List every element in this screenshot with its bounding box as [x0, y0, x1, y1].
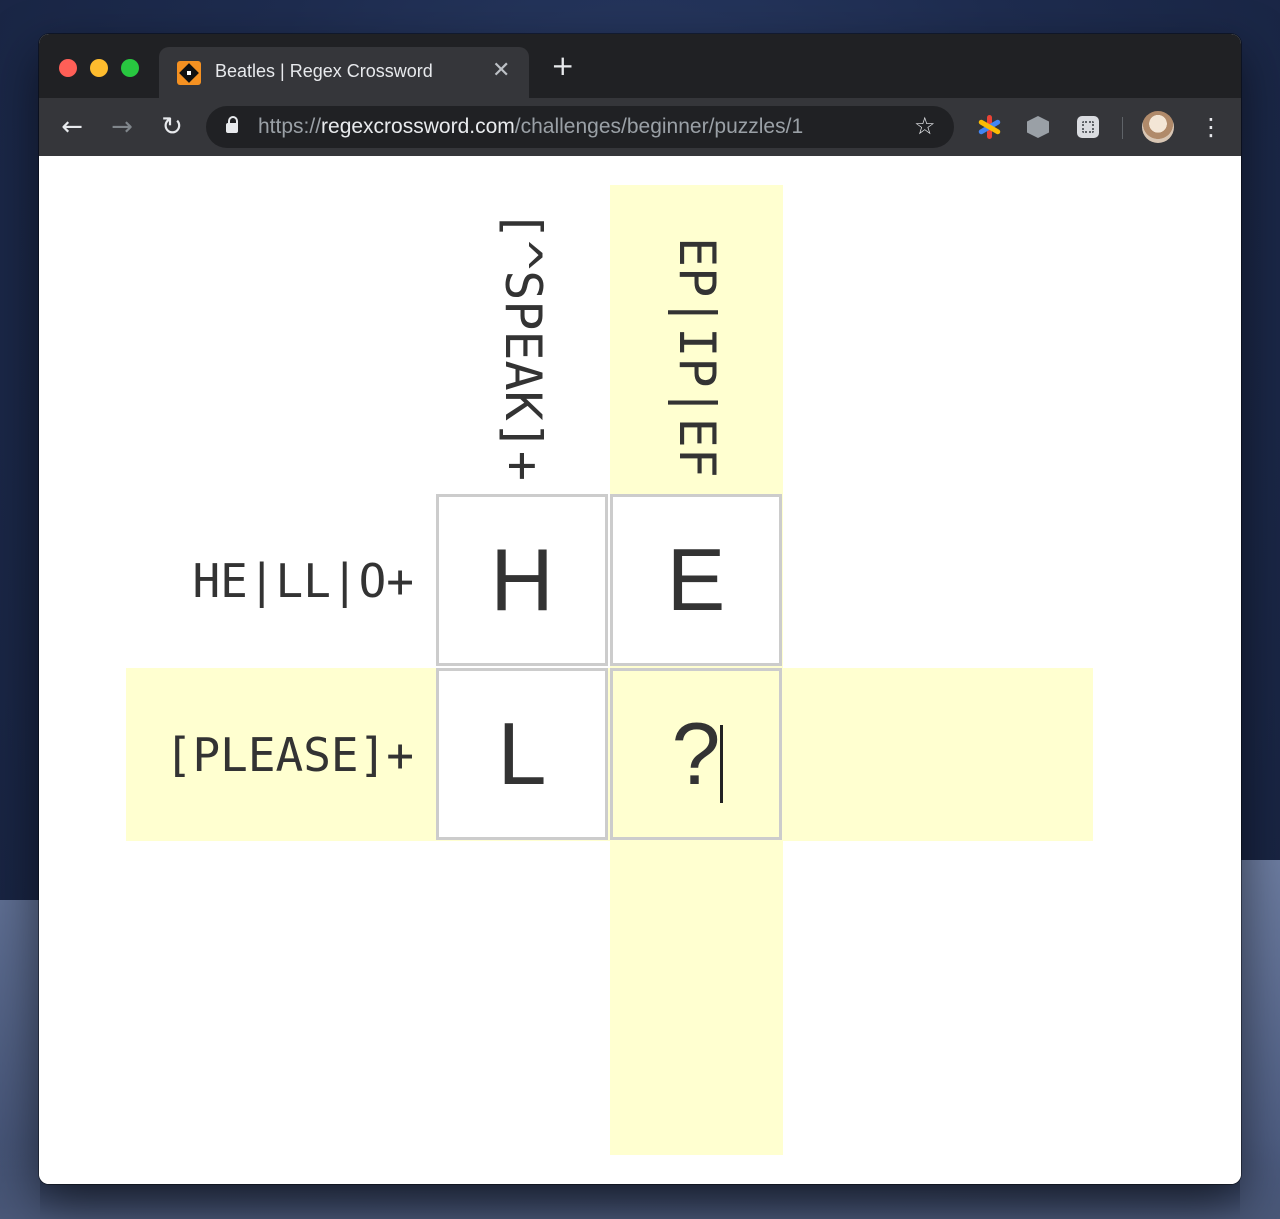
lock-icon[interactable] — [226, 116, 238, 133]
browser-window: Beatles | Regex Crossword ✕ + ← → ↻ http… — [39, 34, 1241, 1184]
profile-avatar[interactable] — [1142, 111, 1174, 143]
row-clue-1: HE|LL|O+ — [126, 494, 414, 667]
text-caret — [720, 725, 723, 803]
tab-close-icon[interactable]: ✕ — [492, 58, 510, 83]
back-arrow-icon[interactable]: ← — [56, 111, 88, 143]
maximize-window-button[interactable] — [121, 59, 139, 77]
extension-asterisk-icon[interactable] — [976, 114, 1002, 140]
row-clue-2: [PLEASE]+ — [126, 668, 414, 841]
grid-cell-r2c2-active[interactable]: ? — [610, 668, 782, 840]
bookmark-star-icon[interactable]: ☆ — [914, 112, 936, 140]
tab-title: Beatles | Regex Crossword — [215, 61, 433, 81]
tab-bar: Beatles | Regex Crossword ✕ + — [39, 34, 1241, 98]
column-clue-2: EP|IP|EF — [610, 185, 783, 478]
grid-cell-r2c2-value: ? — [671, 704, 721, 803]
extension-puzzle-icon[interactable] — [1077, 116, 1099, 138]
column-clue-2-text: EP|IP|EF — [668, 237, 726, 478]
grid-cell-r1c2[interactable]: E — [610, 494, 782, 666]
crossword-grid: H E L ? — [436, 494, 786, 844]
forward-arrow-icon[interactable]: → — [106, 111, 138, 143]
browser-menu-icon[interactable]: ⋮ — [1199, 111, 1223, 143]
column-clue-1: [^SPEAK]+ — [436, 185, 609, 481]
row-clue-2-text: [PLEASE]+ — [164, 728, 414, 782]
grid-cell-r2c1[interactable]: L — [436, 668, 608, 840]
minimize-window-button[interactable] — [90, 59, 108, 77]
active-tab[interactable]: Beatles | Regex Crossword ✕ — [159, 47, 529, 98]
page-content: [^SPEAK]+ EP|IP|EF HE|LL|O+ [PLEASE]+ H … — [39, 156, 1241, 1184]
close-window-button[interactable] — [59, 59, 77, 77]
browser-toolbar: ← → ↻ https://regexcrossword.com/challen… — [39, 98, 1241, 156]
row-clue-1-text: HE|LL|O+ — [192, 554, 414, 608]
url-host: regexcrossword.com — [321, 115, 515, 138]
new-tab-button[interactable]: + — [551, 52, 574, 80]
url-text[interactable]: https://regexcrossword.com/challenges/be… — [258, 115, 803, 139]
reload-icon[interactable]: ↻ — [156, 111, 188, 143]
toolbar-divider — [1122, 117, 1123, 139]
address-bar[interactable]: https://regexcrossword.com/challenges/be… — [206, 106, 954, 148]
grid-cell-r1c1[interactable]: H — [436, 494, 608, 666]
extension-cube-icon[interactable] — [1027, 116, 1049, 138]
url-path: /challenges/beginner/puzzles/1 — [514, 115, 804, 138]
column-clue-1-text: [^SPEAK]+ — [494, 210, 552, 481]
url-scheme: https:// — [258, 115, 322, 138]
site-favicon-icon — [177, 61, 201, 85]
